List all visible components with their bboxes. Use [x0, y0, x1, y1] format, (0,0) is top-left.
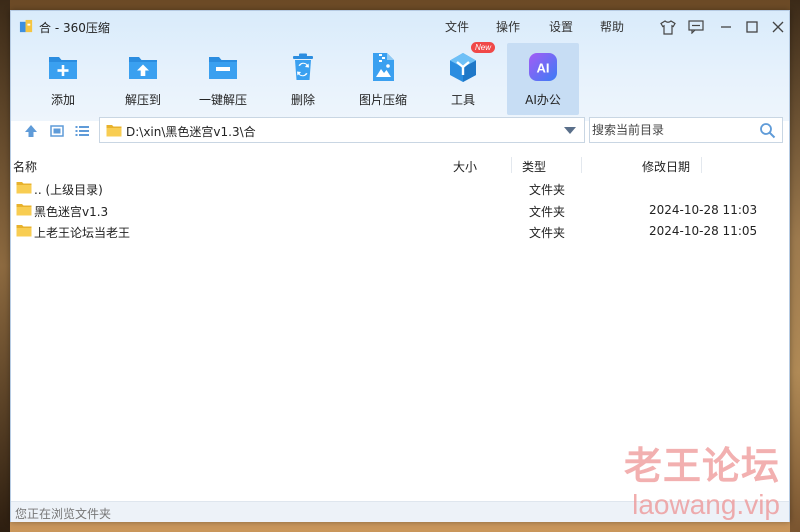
file-name: 上老王论坛当老王 — [34, 226, 131, 240]
table-row[interactable]: 黑色迷宫v1.3 文件夹 2024-10-28 11:03 — [11, 199, 789, 221]
tools-label: 工具 — [450, 93, 475, 107]
folder-icon — [16, 182, 32, 194]
new-badge: New — [471, 42, 496, 53]
search-box — [589, 117, 783, 143]
app-logo-icon — [19, 19, 33, 33]
ai-icon-text: AI — [537, 61, 550, 76]
watermark: 老王论坛 laowang.vip — [610, 444, 780, 522]
add-label: 添加 — [50, 93, 75, 107]
file-modified: 2024-10-28 11:03 — [649, 203, 758, 217]
watermark-chinese: 老王论坛 — [623, 443, 780, 488]
image-compress-label: 图片压缩 — [358, 93, 407, 107]
minimize-icon[interactable] — [715, 16, 737, 38]
image-compress-icon — [373, 53, 394, 81]
image-compress-button[interactable]: 图片压缩 — [347, 43, 419, 115]
ai-office-button[interactable]: AI AI办公 — [507, 43, 579, 115]
file-type: 文件夹 — [529, 226, 566, 240]
navigation-bar: D:\xin\黑色迷宫v1.3\合 — [11, 117, 789, 145]
one-click-extract-icon — [209, 57, 237, 79]
file-name: 黑色迷宫v1.3 — [34, 205, 109, 219]
extract-to-label: 解压到 — [124, 93, 161, 107]
delete-label: 删除 — [290, 93, 315, 107]
column-divider[interactable] — [581, 157, 582, 173]
feedback-icon[interactable] — [685, 16, 707, 38]
desktop-background-left — [0, 0, 10, 532]
menu-help[interactable]: 帮助 — [600, 18, 624, 35]
desktop-background-right — [790, 0, 800, 532]
skin-shirt-icon[interactable] — [657, 16, 679, 38]
menu-settings[interactable]: 设置 — [549, 18, 573, 35]
file-name: .. (上级目录) — [34, 183, 103, 197]
column-divider[interactable] — [511, 157, 512, 173]
extract-to-button[interactable]: 解压到 — [107, 43, 179, 115]
menu-operate[interactable]: 操作 — [496, 18, 520, 35]
watermark-url: laowang.vip — [632, 489, 780, 520]
extract-folder-icon — [129, 57, 157, 79]
column-divider[interactable] — [701, 157, 702, 173]
one-click-extract-label: 一键解压 — [198, 93, 247, 107]
column-header-name[interactable]: 名称 — [13, 158, 37, 175]
column-header-size[interactable]: 大小 — [453, 158, 477, 175]
file-type: 文件夹 — [529, 183, 566, 197]
up-arrow-icon[interactable] — [23, 123, 39, 139]
add-folder-icon — [49, 57, 77, 79]
one-click-extract-button[interactable]: 一键解压 — [187, 43, 259, 115]
file-type: 文件夹 — [529, 205, 566, 219]
maximize-icon[interactable] — [741, 16, 763, 38]
list-view-icon[interactable] — [74, 123, 90, 139]
column-header-type[interactable]: 类型 — [522, 158, 546, 175]
search-input[interactable] — [592, 122, 752, 138]
ai-office-label: AI办公 — [525, 93, 561, 107]
delete-button[interactable]: 删除 — [267, 43, 339, 115]
tools-cube-icon — [450, 53, 476, 82]
tools-button[interactable]: New 工具 — [427, 42, 499, 115]
folder-icon — [106, 125, 122, 137]
table-row[interactable]: 上老王论坛当老王 文件夹 2024-10-28 11:05 — [11, 220, 789, 242]
thumbnail-view-icon[interactable] — [49, 123, 65, 139]
table-row[interactable]: .. (上级目录) 文件夹 — [11, 177, 789, 199]
chevron-down-icon[interactable] — [564, 127, 576, 134]
toolbar: 添加 解压到 一键解压 删除 图片压缩 New 工具 AI AI办公 — [11, 42, 789, 115]
close-icon[interactable] — [767, 16, 789, 38]
file-modified: 2024-10-28 11:05 — [649, 224, 758, 238]
recycle-bin-icon — [293, 53, 313, 80]
path-bar[interactable]: D:\xin\黑色迷宫v1.3\合 — [99, 117, 585, 143]
menu-file[interactable]: 文件 — [445, 18, 469, 35]
folder-icon — [16, 225, 32, 237]
status-text: 您正在浏览文件夹 — [15, 507, 112, 521]
path-text: D:\xin\黑色迷宫v1.3\合 — [126, 125, 256, 139]
title-bar: 合 - 360压缩 文件 操作 设置 帮助 — [11, 11, 789, 41]
folder-icon — [16, 204, 32, 216]
add-button[interactable]: 添加 — [27, 43, 99, 115]
ai-icon: AI — [529, 53, 557, 81]
window-title: 合 - 360压缩 — [39, 21, 110, 35]
column-header-modified[interactable]: 修改日期 — [642, 158, 690, 175]
search-icon[interactable] — [759, 122, 776, 139]
